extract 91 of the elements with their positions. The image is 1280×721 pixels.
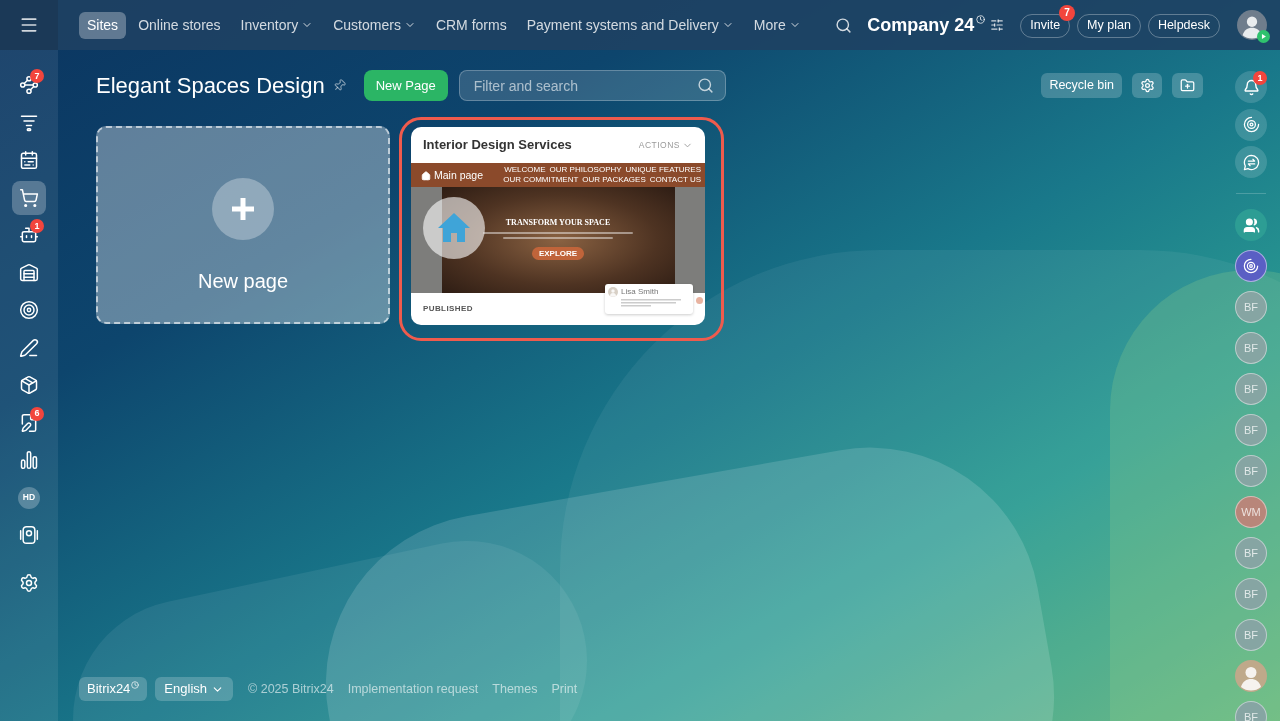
nav-tab[interactable]: More — [745, 11, 809, 39]
box-icon — [19, 375, 39, 395]
notification-badge: 6 — [30, 406, 44, 421]
preview-nav-item: CONTACT US — [649, 175, 701, 185]
contact-avatar[interactable]: WM — [1235, 496, 1267, 528]
nav-tab[interactable]: Payment systems and Delivery — [518, 11, 742, 39]
avatar-placeholder — [608, 287, 618, 297]
company-name[interactable]: Company 24 — [867, 11, 975, 39]
notification-badge: 7 — [30, 69, 44, 83]
language-select[interactable]: English — [155, 677, 233, 701]
calendar-icon — [19, 150, 39, 170]
preview-nav-item: OUR PHILOSOPHY — [549, 165, 622, 175]
sidebar-item[interactable]: 6 — [12, 405, 46, 440]
contact-avatar[interactable]: BF — [1235, 578, 1267, 610]
site-card[interactable]: Interior Design Services ACTIONS WELCOME OUR PHILOSOPHY UNIQUE FEATURES OUR COMMITMENT OUR PACKAGES CONTACT US TRANSFORM YOUR SPACE EXPLORE Main page PUBLISHED Lisa Smith — [411, 127, 705, 325]
site-title: Interior Design Services — [423, 136, 572, 155]
preview-nav-item: WELCOME — [504, 165, 546, 175]
brand-button[interactable]: Bitrix24 — [79, 677, 148, 701]
contact-avatar[interactable]: BF — [1235, 332, 1267, 364]
notification-badge: 1 — [1253, 71, 1267, 85]
nav-tab[interactable]: CRM forms — [427, 11, 515, 39]
settings-icon — [1139, 78, 1155, 93]
copyright-text: © 2025 Bitrix24 — [248, 680, 334, 698]
assistant-avatar[interactable] — [1235, 250, 1267, 282]
new-page-card[interactable]: New page — [96, 126, 390, 324]
plus-icon — [212, 178, 274, 240]
chat-icon — [1242, 153, 1260, 171]
actions-menu[interactable]: ACTIONS — [638, 138, 693, 152]
sidebar-item[interactable] — [12, 180, 46, 215]
users-icon — [1242, 216, 1260, 234]
chats-button[interactable] — [1235, 146, 1267, 178]
cart-icon — [19, 187, 39, 208]
nav-tab[interactable]: Sites — [79, 11, 127, 39]
preview-nav-item: OUR PACKAGES — [582, 175, 646, 185]
footer-link[interactable]: Implementation request — [347, 679, 479, 699]
sliders-button[interactable] — [990, 18, 1005, 32]
house-icon — [421, 170, 431, 181]
nav-tab[interactable]: Inventory — [232, 11, 322, 39]
folder-plus-icon — [1180, 78, 1195, 93]
preview-nav-item: OUR COMMITMENT — [503, 175, 579, 185]
group-chat-avatar[interactable] — [1235, 209, 1267, 241]
sliders-icon — [990, 18, 1005, 32]
contact-avatar[interactable]: BF — [1235, 701, 1267, 721]
hero-title: TRANSFORM YOUR SPACE — [505, 217, 611, 229]
pen-icon — [19, 337, 39, 358]
robot-icon — [19, 225, 39, 245]
contact-avatar[interactable]: BF — [1235, 455, 1267, 487]
search-icon — [696, 77, 714, 94]
spiral-icon — [1242, 116, 1260, 133]
new-page-button[interactable]: New Page — [363, 70, 448, 101]
bell-icon — [1242, 78, 1260, 96]
warehouse-icon — [19, 262, 39, 283]
menu-button[interactable] — [0, 0, 58, 50]
blurred-text-drawing — [621, 299, 681, 307]
settings-button[interactable] — [1132, 73, 1162, 98]
contact-avatar[interactable]: BF — [1235, 291, 1267, 323]
contact-avatar[interactable]: BF — [1235, 414, 1267, 446]
notification-badge: 7 — [1059, 5, 1076, 22]
settings-icon — [19, 573, 39, 593]
spiral-icon — [1243, 258, 1259, 274]
nav-tab[interactable]: Customers — [325, 11, 424, 39]
nav-tab[interactable]: Online stores — [130, 11, 229, 39]
recycle-bin-button[interactable]: Recycle bin — [1041, 73, 1122, 98]
preview-nav-item: UNIQUE FEATURES — [625, 165, 701, 175]
page-title: Elegant Spaces Design — [96, 72, 325, 100]
notifications-button[interactable]: 1 — [1235, 71, 1267, 103]
bar-chart-icon — [19, 450, 39, 470]
target-icon — [19, 300, 39, 320]
chat-name: Lisa Smith — [621, 287, 660, 297]
status-label: PUBLISHED — [423, 303, 473, 315]
search-icon — [834, 16, 852, 34]
footer-link[interactable]: Print — [551, 679, 578, 699]
menu-icon — [19, 15, 39, 35]
nodes-icon — [19, 75, 39, 95]
device-icon — [19, 525, 39, 545]
contact-avatar[interactable]: BF — [1235, 619, 1267, 651]
assistant-button[interactable] — [1235, 108, 1267, 141]
clock-icon — [131, 681, 140, 689]
play-icon — [1257, 30, 1270, 43]
initials-avatar[interactable]: HD — [18, 486, 40, 509]
notification-badge: 1 — [30, 219, 44, 233]
hero-button: EXPLORE — [531, 247, 585, 260]
contact-avatar[interactable]: BF — [1235, 373, 1267, 405]
home-icon — [423, 197, 485, 259]
page-label: Main page — [434, 168, 484, 183]
add-folder-button[interactable] — [1172, 73, 1203, 98]
contact-avatar[interactable]: BF — [1235, 537, 1267, 569]
sidebar-item[interactable]: 7 — [12, 68, 46, 102]
footer-link[interactable]: Themes — [492, 679, 538, 699]
sidebar-item[interactable]: 1 — [12, 218, 46, 252]
clock-icon — [976, 14, 986, 24]
